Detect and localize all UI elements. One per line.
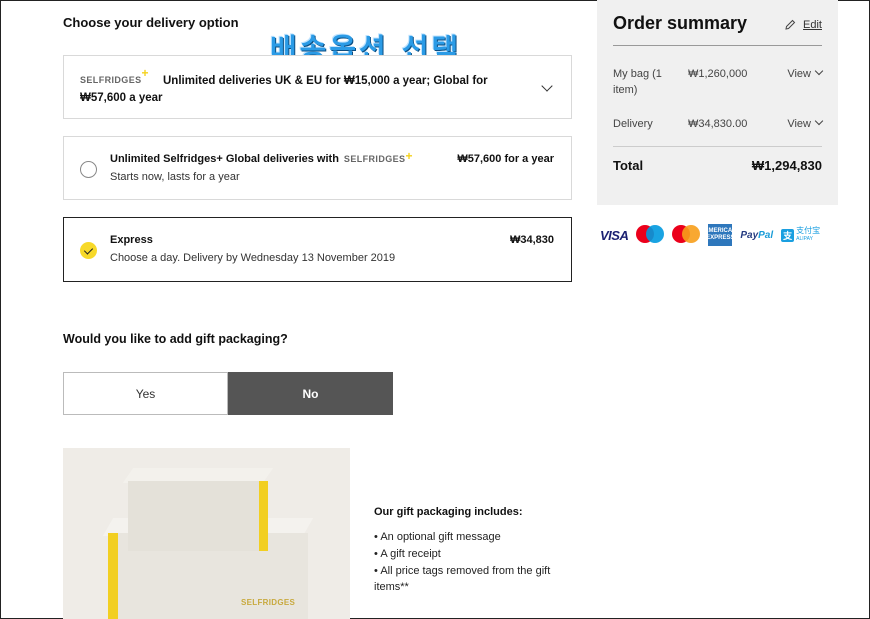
alipay-icon: 支 支付宝 ALIPAY <box>781 226 821 242</box>
total-value: ₩1,294,830 <box>751 158 822 173</box>
gift-includes-list: An optional gift message A gift receipt … <box>374 529 574 595</box>
summary-value: ₩34,830.00 <box>688 118 748 130</box>
gift-packaging-question: Would you like to add gift packaging? <box>63 332 288 346</box>
summary-total-row: Total ₩1,294,830 <box>613 158 822 173</box>
visa-icon: VISA <box>600 227 629 243</box>
selfridges-logo: SELFRIDGES <box>343 154 406 164</box>
option-title: Express <box>110 234 153 246</box>
gift-yes-button[interactable]: Yes <box>63 372 228 415</box>
list-item: A gift receipt <box>374 546 574 562</box>
chevron-down-icon[interactable] <box>541 80 553 92</box>
gift-includes-title: Our gift packaging includes: <box>374 506 523 518</box>
radio-button-checked[interactable] <box>80 242 97 259</box>
delivery-heading: Choose your delivery option <box>63 15 239 30</box>
summary-value: ₩1,260,000 <box>688 68 748 80</box>
amex-icon: AMERICAN EXPRESS <box>704 224 737 246</box>
summary-label: My bag (1 item) <box>613 68 662 96</box>
divider <box>613 45 822 46</box>
option-subtitle: Choose a day. Delivery by Wednesday 13 N… <box>110 252 396 264</box>
total-label: Total <box>613 158 644 173</box>
delivery-option-express[interactable]: Express Choose a day. Delivery by Wednes… <box>63 217 572 282</box>
unlimited-deliveries-card[interactable]: SELFRIDGES+ Unlimited deliveries UK & EU… <box>63 55 572 119</box>
maestro-icon <box>636 225 665 245</box>
payment-methods: VISA AMERICAN EXPRESS Pay Pal 支 支付宝 ALIPAY <box>600 224 820 246</box>
option-price: ₩34,830 <box>509 234 554 246</box>
unlimited-deliveries-text: Unlimited deliveries UK & EU for ₩15,000… <box>80 75 488 104</box>
order-summary-panel: Order summary Edit My bag (1 item) ₩1,26… <box>597 0 838 205</box>
paypal-icon: Pay Pal <box>740 229 774 241</box>
edit-link[interactable]: Edit <box>803 19 822 31</box>
option-title: Unlimited Selfridges+ Global deliveries … <box>110 149 413 165</box>
radio-button[interactable] <box>80 161 97 178</box>
view-delivery-toggle[interactable]: View <box>787 116 824 132</box>
order-summary-title: Order summary <box>613 13 748 33</box>
option-subtitle: Starts now, lasts for a year <box>110 171 240 183</box>
gift-no-button[interactable]: No <box>228 372 393 415</box>
summary-label: Delivery <box>613 118 653 130</box>
view-bag-toggle[interactable]: View <box>787 66 824 82</box>
gift-includes: Our gift packaging includes: An optional… <box>374 506 574 596</box>
divider <box>613 146 822 147</box>
chevron-down-icon <box>814 66 824 76</box>
mastercard-icon <box>672 225 701 245</box>
chevron-down-icon <box>814 116 824 126</box>
pencil-icon[interactable] <box>784 19 796 31</box>
gift-box-image: SELFRIDGES <box>63 448 350 619</box>
list-item: An optional gift message <box>374 529 574 545</box>
delivery-option-global[interactable]: Unlimited Selfridges+ Global deliveries … <box>63 136 572 200</box>
list-item: All price tags removed from the gift ite… <box>374 563 574 595</box>
gift-box-logo: SELFRIDGES <box>241 598 296 607</box>
option-price: ₩57,600 for a year <box>457 153 554 165</box>
